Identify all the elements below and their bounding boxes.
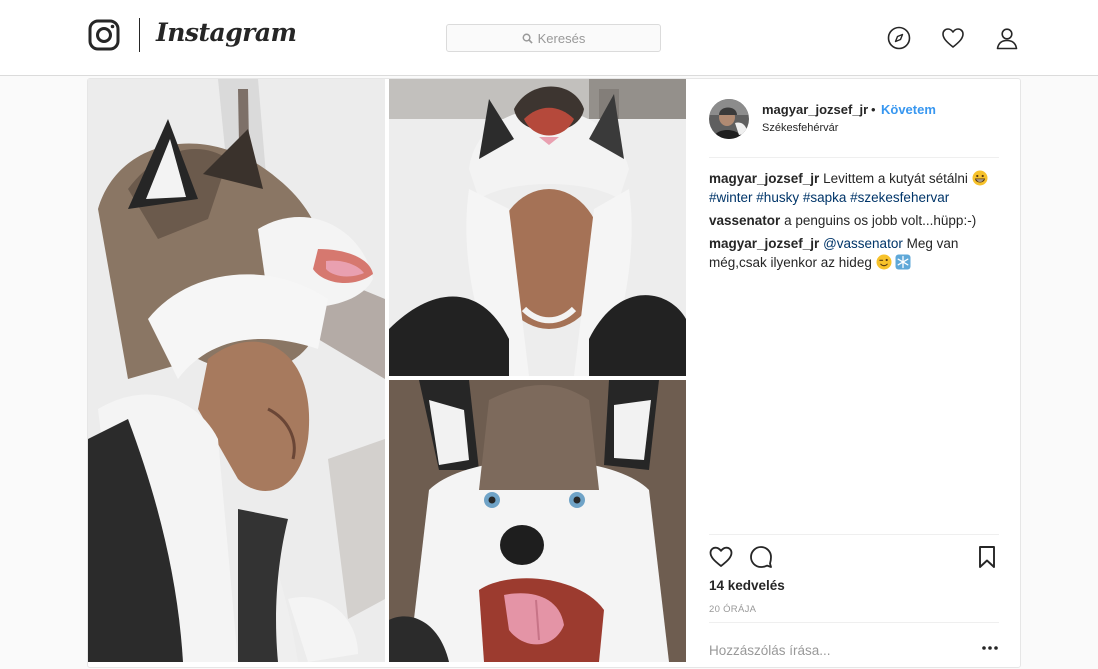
comment-item: magyar_jozsef_jr @vassenator Meg van még…	[709, 234, 999, 272]
post-location[interactable]: Székesfehérvár	[762, 122, 838, 134]
header-divider	[709, 157, 999, 158]
comments-list: magyar_jozsef_jr Levittem a kutyát sétál…	[709, 169, 999, 276]
search-input[interactable]: Keresés	[446, 24, 661, 52]
post-info-panel: magyar_jozsef_jr • Követem Székesfehérvá…	[709, 79, 999, 669]
mention-link[interactable]: @vassenator	[823, 236, 903, 251]
instagram-wordmark[interactable]: Instagram	[156, 18, 297, 47]
post-author-username[interactable]: magyar_jozsef_jr	[762, 102, 868, 117]
hashtag-link[interactable]: #sapka	[803, 190, 847, 205]
hashtag-link[interactable]: #szekesfehervar	[850, 190, 949, 205]
separator-dot: •	[871, 102, 876, 117]
logo-divider	[139, 18, 140, 52]
comment-input[interactable]	[709, 638, 959, 662]
heart-icon[interactable]	[941, 26, 965, 50]
comment-text: a penguins os jobb volt...hüpp:-)	[784, 213, 977, 228]
search-placeholder: Keresés	[537, 30, 586, 46]
winking-face-emoji-icon	[876, 254, 892, 270]
actions-divider	[709, 534, 999, 535]
likes-count[interactable]: 14 kedvelés	[709, 578, 785, 593]
post-media-collage[interactable]	[88, 79, 686, 662]
caption-comment: magyar_jozsef_jr Levittem a kutyát sétál…	[709, 169, 999, 207]
hashtag-link[interactable]: #winter	[709, 190, 753, 205]
follow-button[interactable]: Követem	[881, 102, 936, 117]
avatar[interactable]	[709, 99, 749, 139]
photo-front-smile	[389, 79, 686, 376]
more-options-icon[interactable]	[981, 642, 999, 654]
comment-item: vassenator a penguins os jobb volt...hüp…	[709, 211, 999, 230]
hashtag-link[interactable]: #husky	[756, 190, 799, 205]
top-navigation-bar: Instagram Keresés	[0, 0, 1098, 76]
like-heart-icon[interactable]	[709, 545, 733, 569]
post-header: magyar_jozsef_jr • Követem Székesfehérvá…	[709, 99, 999, 139]
search-icon	[522, 33, 533, 44]
compass-icon[interactable]	[887, 26, 911, 50]
photo-husky-closeup	[389, 380, 686, 662]
caption-text: Levittem a kutyát sétálni	[823, 171, 968, 186]
comment-bubble-icon[interactable]	[749, 545, 773, 569]
snowflake-emoji-icon	[895, 254, 911, 270]
save-bookmark-icon[interactable]	[975, 545, 999, 569]
profile-icon[interactable]	[995, 26, 1019, 50]
post-card: magyar_jozsef_jr • Követem Székesfehérvá…	[87, 78, 1021, 668]
caption-username[interactable]: magyar_jozsef_jr	[709, 171, 819, 186]
comment-username[interactable]: magyar_jozsef_jr	[709, 236, 819, 251]
photo-side-profile	[88, 79, 385, 662]
comment-username[interactable]: vassenator	[709, 213, 780, 228]
instagram-logo-icon[interactable]	[88, 19, 120, 51]
post-timestamp[interactable]: 20 ÓRÁJA	[709, 604, 756, 615]
comment-divider	[709, 622, 999, 623]
grinning-face-emoji-icon	[972, 170, 988, 186]
